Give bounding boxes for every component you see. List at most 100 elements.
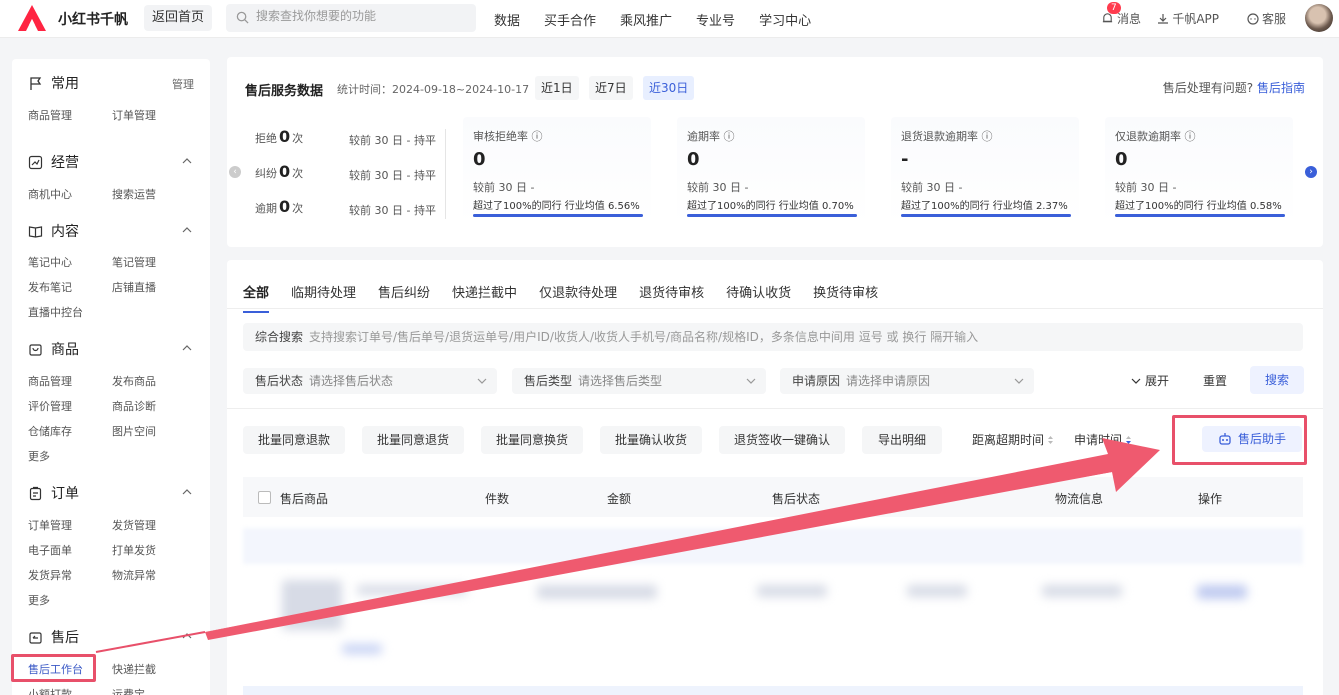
status-filter-select[interactable]: 售后状态 请选择售后状态 xyxy=(243,368,497,394)
range-30d-button[interactable]: 近30日 xyxy=(643,76,695,100)
sidebar-section-orders[interactable]: 订单 xyxy=(28,483,79,503)
sidebar-item-e-waybill[interactable]: 电子面单 xyxy=(28,542,72,558)
sidebar-item-order-manage-2[interactable]: 订单管理 xyxy=(28,517,72,533)
sidebar-item-product-diagnosis[interactable]: 商品诊断 xyxy=(112,398,156,414)
nav-promotion[interactable]: 乘风推广 xyxy=(620,10,672,29)
sort-apply-time[interactable]: 申请时间 xyxy=(1074,431,1132,448)
sidebar-item-opportunity[interactable]: 商机中心 xyxy=(28,186,72,202)
return-signoff-confirm-button[interactable]: 退货签收一键确认 xyxy=(719,426,845,454)
section-title: 常用 xyxy=(51,76,79,92)
app-download-link[interactable]: 千帆APP xyxy=(1157,10,1219,27)
carousel-next-icon[interactable]: › xyxy=(1305,166,1317,178)
metric-progress xyxy=(901,214,1071,217)
chevron-up-icon[interactable] xyxy=(182,156,192,166)
combo-search-input[interactable]: 综合搜索 支持搜索订单号/售后单号/退货运单号/用户ID/收货人/收货人手机号/商… xyxy=(243,323,1303,351)
top-nav: 数据 买手合作 乘风推广 专业号 学习中心 xyxy=(494,10,811,29)
tab-divider xyxy=(227,308,1323,309)
service-label: 客服 xyxy=(1261,12,1286,26)
sidebar-item-store-live[interactable]: 店铺直播 xyxy=(112,279,156,295)
sidebar-item-order-manage[interactable]: 订单管理 xyxy=(112,107,156,123)
batch-confirm-receipt-button[interactable]: 批量确认收货 xyxy=(600,426,702,454)
section-title: 商品 xyxy=(51,342,79,358)
stat-time: 统计时间：2024-09-18~2024-10-17 xyxy=(337,83,530,96)
batch-agree-refund-button[interactable]: 批量同意退款 xyxy=(243,426,345,454)
metric-value: 0 xyxy=(687,149,700,170)
kpi-label: 拒绝 xyxy=(255,132,277,145)
carousel-prev-icon[interactable]: ‹ xyxy=(229,166,241,178)
search-button[interactable]: 搜索 xyxy=(1250,366,1304,394)
sidebar-item-image-space[interactable]: 图片空间 xyxy=(112,423,156,439)
qianfan-logo-icon[interactable] xyxy=(16,3,48,33)
reset-button[interactable]: 重置 xyxy=(1203,372,1227,389)
sidebar-item-shipping-manage[interactable]: 发货管理 xyxy=(112,517,156,533)
sort-time-to-overdue[interactable]: 距离超期时间 xyxy=(972,431,1054,448)
filter-placeholder: 请选择申请原因 xyxy=(846,374,931,388)
sidebar-item-freight-insurance[interactable]: 运费宝 xyxy=(112,686,145,695)
expand-filters-button[interactable]: 展开 xyxy=(1131,372,1169,389)
blurred-text xyxy=(357,585,467,595)
batch-agree-exchange-button[interactable]: 批量同意换货 xyxy=(481,426,583,454)
sidebar-item-note-manage[interactable]: 笔记管理 xyxy=(112,254,156,270)
customer-service-link[interactable]: 客服 xyxy=(1247,10,1286,27)
sidebar-item-ship-exception[interactable]: 发货异常 xyxy=(28,567,72,583)
assistant-label: 售后助手 xyxy=(1237,432,1286,446)
section-title: 订单 xyxy=(51,486,79,502)
sidebar-item-inventory[interactable]: 仓储库存 xyxy=(28,423,72,439)
chevron-up-icon[interactable] xyxy=(182,225,192,235)
chevron-up-icon[interactable] xyxy=(182,631,192,641)
sidebar-item-print-ship[interactable]: 打单发货 xyxy=(112,542,156,558)
chevron-up-icon[interactable] xyxy=(182,343,192,353)
search-input[interactable] xyxy=(256,9,466,23)
sidebar-item-product-manage[interactable]: 商品管理 xyxy=(28,107,72,123)
metric-card-overdue-rate: 逾期率 ⓘ 0 较前 30 日 - 超过了100%的同行 行业均值 0.70% xyxy=(677,117,865,225)
user-avatar[interactable] xyxy=(1305,4,1333,32)
metric-label: 逾期率 ⓘ xyxy=(687,130,735,143)
reason-filter-select[interactable]: 申请原因 请选择申请原因 xyxy=(780,368,1034,394)
table-row-next xyxy=(243,686,1303,695)
type-filter-select[interactable]: 售后类型 请选择售后类型 xyxy=(512,368,766,394)
range-7d-button[interactable]: 近7日 xyxy=(589,76,633,100)
sidebar-item-search-ops[interactable]: 搜索运营 xyxy=(112,186,156,202)
back-home-button[interactable]: 返回首页 xyxy=(144,5,213,31)
sidebar-section-operations[interactable]: 经营 xyxy=(28,152,79,172)
range-1d-button[interactable]: 近1日 xyxy=(535,76,579,100)
brand-name: 小红书千帆 xyxy=(58,12,128,28)
sidebar: 常用 管理 商品管理 订单管理 经营 商机中心 搜索运营 内容 笔记中心 笔记管… xyxy=(12,59,210,695)
sidebar-section-common[interactable]: 常用 xyxy=(28,73,79,93)
after-sales-guide-link[interactable]: 售后指南 xyxy=(1257,81,1305,95)
help-text: 售后处理有问题? xyxy=(1162,81,1254,95)
sidebar-item-small-payment[interactable]: 小额打款 xyxy=(28,686,72,695)
nav-buyer-cooperation[interactable]: 买手合作 xyxy=(544,10,596,29)
nav-data[interactable]: 数据 xyxy=(494,10,520,29)
metric-label: 仅退款逾期率 ⓘ xyxy=(1115,130,1196,143)
sidebar-section-content[interactable]: 内容 xyxy=(28,221,79,241)
manage-shortcuts-link[interactable]: 管理 xyxy=(172,76,194,92)
message-count-badge: 7 xyxy=(1106,2,1121,14)
sidebar-item-publish-note[interactable]: 发布笔记 xyxy=(28,279,72,295)
sidebar-item-more-products[interactable]: 更多 xyxy=(28,448,50,464)
global-search[interactable] xyxy=(226,4,476,32)
metric-progress-fill xyxy=(687,214,857,217)
sidebar-item-live-console[interactable]: 直播中控台 xyxy=(28,304,83,320)
sidebar-item-more-orders[interactable]: 更多 xyxy=(28,592,50,608)
sidebar-item-logistics-exception[interactable]: 物流异常 xyxy=(112,567,156,583)
nav-pro-account[interactable]: 专业号 xyxy=(696,10,735,29)
sidebar-section-products[interactable]: 商品 xyxy=(28,339,79,359)
messages-link[interactable]: 7 消息 xyxy=(1101,2,1141,27)
sidebar-item-product-manage-2[interactable]: 商品管理 xyxy=(28,373,72,389)
sidebar-item-review-manage[interactable]: 评价管理 xyxy=(28,398,72,414)
section-title: 售后 xyxy=(51,630,79,646)
kpi-trend: - 持平 xyxy=(406,204,436,217)
chevron-up-icon[interactable] xyxy=(182,487,192,497)
kpi-unit: 次 xyxy=(292,132,304,145)
select-all-checkbox[interactable] xyxy=(258,491,271,504)
sidebar-item-publish-product[interactable]: 发布商品 xyxy=(112,373,156,389)
sidebar-section-after-sales[interactable]: 售后 xyxy=(28,627,79,647)
kpi-value: 0 xyxy=(279,127,291,146)
batch-agree-return-button[interactable]: 批量同意退货 xyxy=(362,426,464,454)
sidebar-item-note-center[interactable]: 笔记中心 xyxy=(28,254,72,270)
after-sales-assistant-button[interactable]: 售后助手 xyxy=(1202,426,1302,452)
nav-learning-center[interactable]: 学习中心 xyxy=(759,10,811,29)
sidebar-item-express-intercept[interactable]: 快递拦截 xyxy=(112,661,156,677)
export-details-button[interactable]: 导出明细 xyxy=(862,426,942,454)
